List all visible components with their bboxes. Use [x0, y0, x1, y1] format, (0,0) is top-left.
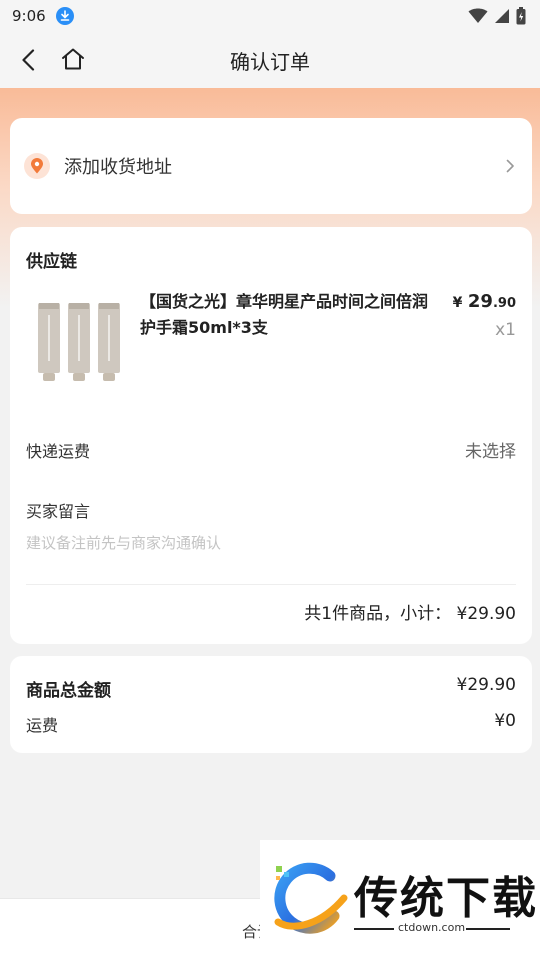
home-icon [62, 48, 84, 70]
memo-label: 买家留言 [26, 502, 91, 521]
watermark-rule-right [466, 928, 510, 930]
download-icon [55, 7, 74, 25]
watermark-rule-left [354, 928, 394, 930]
status-bar: 9:06 [0, 0, 540, 32]
back-button[interactable] [12, 44, 44, 76]
product-name: 【国货之光】章华明星产品时间之间倍润护手霜50ml*3支 [140, 292, 429, 337]
location-pin-icon [24, 153, 50, 179]
price-decimal: .90 [492, 296, 516, 311]
product-image [26, 291, 130, 395]
product-price: ¥ 29.90 [453, 291, 516, 312]
price-currency: ¥ [452, 295, 463, 311]
status-icons [468, 7, 526, 25]
goods-total-label: 商品总金额 [26, 681, 111, 701]
product-quantity: x1 [495, 320, 516, 340]
back-arrow-icon [22, 49, 35, 71]
wifi-icon [468, 8, 488, 23]
site-watermark: 传统下载 ctdown.com [260, 840, 540, 960]
freight-value: ¥0 [494, 711, 516, 731]
freight-label: 运费 [26, 716, 59, 735]
home-button[interactable] [57, 43, 89, 75]
summary-card: 商品总金额 ¥29.90 运费 ¥0 [10, 656, 532, 753]
goods-total-value: ¥29.90 [456, 675, 516, 695]
cell-signal-icon [495, 9, 509, 23]
add-address-label: 添加收货地址 [64, 157, 172, 178]
supplier-name: 供应链 [26, 252, 77, 272]
watermark-logo-icon [274, 862, 348, 934]
buyer-memo-input[interactable] [26, 530, 516, 556]
watermark-domain: ctdown.com [398, 921, 466, 934]
add-address-card[interactable]: 添加收货地址 [10, 118, 532, 214]
watermark-brand-text: 传统下载 [354, 873, 538, 924]
nav-bar: 确认订单 [0, 32, 540, 88]
status-time: 9:06 [12, 7, 46, 25]
divider [26, 584, 516, 585]
battery-icon [516, 7, 526, 25]
shipping-label: 快递运费 [26, 442, 91, 461]
price-integer: 29 [467, 291, 493, 312]
shipping-selector[interactable]: 未选择 [465, 437, 516, 462]
order-card: 供应链 【国货之光】章华明星产品时间之间倍润护手霜50ml*3支 ¥ 29.90… [10, 227, 532, 644]
chevron-right-icon [502, 158, 518, 174]
subtotal-text: 共1件商品，小计： ¥29.90 [304, 604, 516, 624]
